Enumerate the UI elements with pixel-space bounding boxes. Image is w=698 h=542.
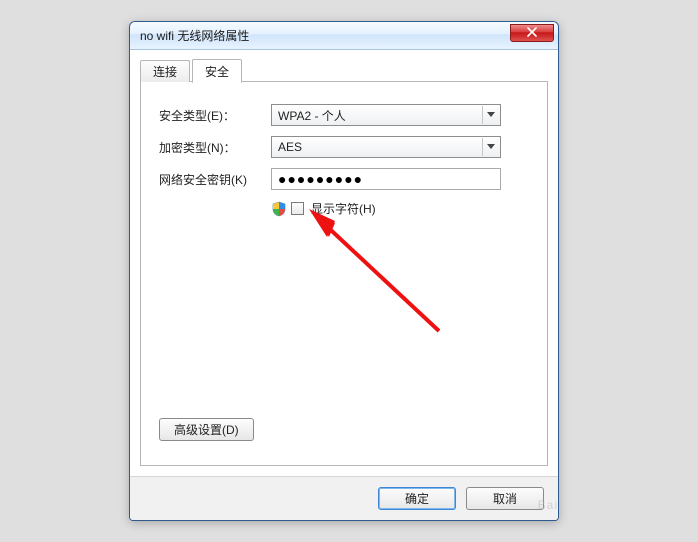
encryption-type-value: AES (278, 140, 302, 154)
chevron-down-icon (482, 138, 498, 156)
close-button[interactable] (510, 24, 554, 42)
security-type-label: 安全类型(E)： (159, 107, 271, 124)
wifi-properties-dialog: no wifi 无线网络属性 连接 安全 安全类型(E)： WPA2 - 个人 (129, 21, 559, 521)
security-type-value: WPA2 - 个人 (278, 107, 346, 124)
cancel-button[interactable]: 取消 (466, 487, 544, 510)
cancel-label: 取消 (493, 490, 517, 507)
client-area: 连接 安全 安全类型(E)： WPA2 - 个人 加密类型(N)： AES (130, 50, 558, 476)
network-key-label: 网络安全密钥(K) (159, 171, 271, 188)
uac-shield-icon (271, 201, 287, 217)
show-characters-checkbox[interactable] (291, 202, 304, 215)
close-icon (527, 27, 537, 40)
network-key-input[interactable]: ●●●●●●●●● (271, 168, 501, 190)
row-show-characters: 显示字符(H) (271, 200, 529, 217)
titlebar[interactable]: no wifi 无线网络属性 (130, 22, 558, 50)
chevron-down-icon (482, 106, 498, 124)
ok-button[interactable]: 确定 (378, 487, 456, 510)
tab-connect[interactable]: 连接 (140, 60, 190, 82)
network-key-masked: ●●●●●●●●● (278, 171, 363, 187)
row-encryption-type: 加密类型(N)： AES (159, 136, 529, 158)
show-characters-label: 显示字符(H) (311, 200, 376, 217)
tab-security-label: 安全 (205, 63, 229, 80)
encryption-type-label: 加密类型(N)： (159, 139, 271, 156)
security-type-select[interactable]: WPA2 - 个人 (271, 104, 501, 126)
watermark: Bai (538, 498, 558, 512)
tab-security[interactable]: 安全 (192, 59, 242, 83)
encryption-type-select[interactable]: AES (271, 136, 501, 158)
tab-strip: 连接 安全 (140, 58, 548, 82)
window-title: no wifi 无线网络属性 (140, 27, 249, 44)
row-network-key: 网络安全密钥(K) ●●●●●●●●● (159, 168, 529, 190)
tab-connect-label: 连接 (153, 63, 177, 80)
tab-content-security: 安全类型(E)： WPA2 - 个人 加密类型(N)： AES (140, 82, 548, 466)
dialog-button-bar: 确定 取消 (130, 476, 558, 520)
ok-label: 确定 (405, 490, 429, 507)
advanced-settings-button[interactable]: 高级设置(D) (159, 418, 254, 441)
row-security-type: 安全类型(E)： WPA2 - 个人 (159, 104, 529, 126)
advanced-settings-label: 高级设置(D) (174, 421, 239, 438)
